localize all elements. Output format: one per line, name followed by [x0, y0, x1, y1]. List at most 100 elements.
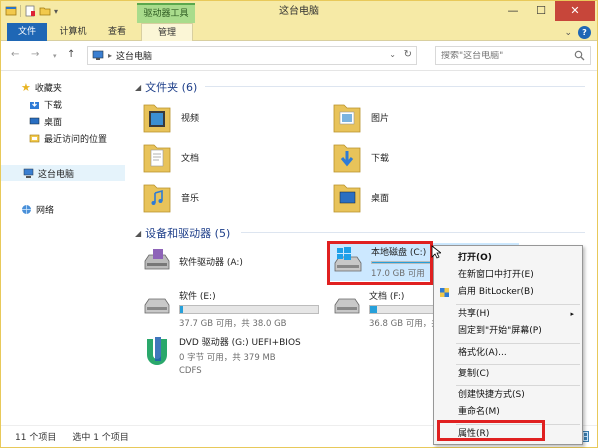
properties-highlight [437, 420, 545, 441]
drive-e-icon [144, 298, 170, 314]
folder-videos[interactable]: 视频 [141, 99, 199, 135]
menu-bitlocker-label: 启用 BitLocker(B) [458, 287, 534, 297]
pictures-folder-icon [333, 104, 361, 133]
floppy-drive-icon [144, 249, 170, 270]
submenu-arrow-icon: ▸ [570, 310, 574, 318]
close-button[interactable]: ✕ [555, 1, 595, 21]
menu-share[interactable]: 共享(H) ▸ [434, 306, 582, 323]
menu-rename[interactable]: 重命名(M) [434, 404, 582, 421]
status-item-count: 11 个项目 [15, 433, 57, 443]
folder-pictures-label: 图片 [371, 113, 390, 124]
explorer-window: ▾ 驱动器工具 这台电脑 — ☐ ✕ 文件 计算机 查看 管理 ⌄ ? ← → … [0, 0, 598, 448]
menu-separator [456, 343, 580, 344]
nav-desktop[interactable]: 桌面 [29, 113, 62, 129]
breadcrumb-this-pc[interactable]: 这台电脑 [116, 49, 152, 62]
mouse-cursor-icon [431, 245, 441, 259]
menu-pin-start[interactable]: 固定到"开始"屏幕(P) [434, 323, 582, 340]
breadcrumb-separator[interactable]: ▸ [108, 51, 112, 60]
drive-f-usage-fill [370, 306, 377, 313]
menu-bitlocker[interactable]: 启用 BitLocker(B) [434, 284, 582, 301]
recent-places-icon [29, 134, 40, 142]
context-menu: 打开(O) 在新窗口中打开(E) 启用 BitLocker(B) 共享(H) ▸… [433, 245, 583, 445]
maximize-button[interactable]: ☐ [527, 1, 555, 21]
music-folder-icon [143, 184, 171, 213]
folder-music-label: 音乐 [181, 193, 200, 204]
drive-dvd[interactable]: DVD 驱动器 (G:) UEFI+BIOS 0 字节 可用，共 379 MB … [141, 335, 301, 376]
folder-desktop[interactable]: 桌面 [331, 179, 389, 215]
refresh-icon[interactable]: ↻ [404, 49, 412, 60]
folder-downloads-label: 下载 [371, 153, 390, 164]
folder-documents[interactable]: 文档 [141, 139, 199, 175]
folders-group-divider [205, 86, 585, 87]
videos-folder-icon [143, 104, 171, 133]
folder-pictures[interactable]: 图片 [331, 99, 389, 135]
drives-group-divider [241, 232, 585, 233]
tab-view[interactable]: 查看 [101, 23, 133, 41]
nav-this-pc[interactable]: 这台电脑 [1, 165, 125, 181]
recent-locations-icon[interactable]: ▾ [53, 52, 57, 60]
search-icon[interactable] [574, 50, 585, 61]
help-icon[interactable]: ? [578, 26, 591, 39]
dvd-drive-icon [147, 337, 167, 365]
drive-floppy-label: 软件驱动器 (A:) [179, 257, 243, 268]
tab-manage[interactable]: 管理 [141, 23, 193, 41]
computer-icon [92, 50, 104, 60]
shield-icon [440, 288, 449, 297]
navigation-bar: ← → ▾ ↑ ▸ 这台电脑 ⌄ ↻ [1, 41, 597, 71]
back-icon[interactable]: ← [11, 49, 19, 60]
nav-recent[interactable]: 最近访问的位置 [29, 130, 107, 146]
drive-e[interactable]: 软件 (E:) 37.7 GB 可用，共 38.0 GB [141, 289, 319, 329]
tab-file[interactable]: 文件 [7, 23, 47, 41]
folder-documents-label: 文档 [181, 153, 200, 164]
nav-this-pc-label: 这台电脑 [38, 169, 75, 180]
collapse-chevron-icon[interactable]: ◢ [135, 83, 141, 92]
menu-format[interactable]: 格式化(A)... [434, 345, 582, 362]
nav-network-label: 网络 [36, 205, 55, 216]
up-icon[interactable]: ↑ [67, 49, 75, 60]
folder-downloads[interactable]: 下载 [331, 139, 389, 175]
expand-ribbon-icon[interactable]: ⌄ [564, 28, 572, 38]
folder-desktop-label: 桌面 [371, 193, 390, 204]
address-bar[interactable]: ▸ 这台电脑 ⌄ ↻ [87, 46, 417, 65]
drive-e-usage-bar [179, 305, 319, 314]
menu-share-label: 共享(H) [458, 309, 490, 319]
nav-desktop-label: 桌面 [44, 117, 63, 128]
nav-favorites[interactable]: ★ 收藏夹 [21, 79, 62, 95]
folder-music[interactable]: 音乐 [141, 179, 199, 215]
star-icon: ★ [21, 80, 31, 94]
window-controls: — ☐ ✕ [499, 1, 595, 21]
tab-computer[interactable]: 计算机 [57, 23, 89, 41]
nav-downloads[interactable]: 下载 [29, 96, 62, 112]
folders-group-title: 文件夹 (6) [145, 81, 198, 94]
ribbon-right: ⌄ ? [564, 26, 591, 39]
drive-c-highlight [327, 241, 433, 285]
navigation-pane: ★ 收藏夹 下载 桌面 最近访问的位置 这台电脑 网络 [1, 71, 125, 425]
address-dropdown-icon[interactable]: ⌄ [389, 50, 396, 59]
search-input[interactable] [441, 50, 569, 61]
nav-network[interactable]: 网络 [21, 201, 54, 217]
drives-group-header[interactable]: ◢ 设备和驱动器 (5) [135, 225, 230, 241]
documents-folder-icon [143, 144, 171, 173]
drive-dvd-filesystem: CDFS [179, 366, 202, 376]
drive-floppy[interactable]: 软件驱动器 (A:) [141, 247, 243, 275]
title-bar: ▾ 驱动器工具 这台电脑 — ☐ ✕ [1, 1, 597, 23]
drive-e-free: 37.7 GB 可用，共 38.0 GB [179, 319, 287, 329]
desktop-folder-icon [333, 184, 361, 213]
drive-dvd-label: DVD 驱动器 (G:) UEFI+BIOS [179, 338, 301, 348]
folders-group-header[interactable]: ◢ 文件夹 (6) [135, 79, 197, 95]
menu-open-new-window[interactable]: 在新窗口中打开(E) [434, 267, 582, 284]
menu-separator [456, 364, 580, 365]
forward-icon[interactable]: → [31, 49, 39, 60]
menu-create-shortcut[interactable]: 创建快捷方式(S) [434, 387, 582, 404]
nav-favorites-label: 收藏夹 [34, 83, 62, 94]
status-selected-count: 选中 1 个项目 [72, 433, 129, 443]
collapse-chevron-icon[interactable]: ◢ [135, 229, 141, 238]
desktop-icon [29, 117, 40, 124]
menu-open[interactable]: 打开(O) [434, 250, 582, 267]
ribbon-tabs: 文件 计算机 查看 管理 ⌄ ? [1, 23, 597, 41]
minimize-button[interactable]: — [499, 1, 527, 21]
menu-copy[interactable]: 复制(C) [434, 366, 582, 383]
menu-separator [456, 304, 580, 305]
search-box[interactable] [435, 46, 591, 65]
folder-videos-label: 视频 [181, 113, 200, 124]
